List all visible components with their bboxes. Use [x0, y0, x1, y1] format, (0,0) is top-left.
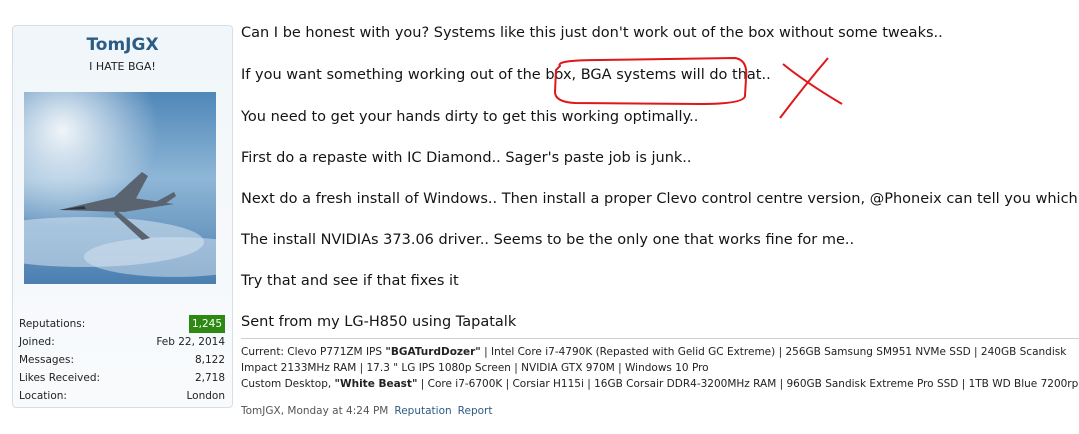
signature-text: | Intel Core i7-4790K (Repasted with Gel… — [480, 346, 1067, 358]
stat-value[interactable]: 8,122 — [195, 351, 225, 369]
user-stats: Reputations: 1,245 Joined: Feb 22, 2014 … — [19, 315, 225, 405]
post-line: Can I be honest with you? Systems like t… — [241, 25, 943, 41]
signature-line: Current: Clevo P771ZM IPS "BGATurdDozer"… — [241, 344, 1079, 360]
user-info-panel: TomJGX I HATE BGA! Reputations: 1,245 Jo… — [12, 25, 233, 408]
signature-line: Impact 2133MHz RAM | 17.3 " LG IPS 1080p… — [241, 362, 709, 374]
stat-label: Reputations: — [19, 318, 86, 330]
stat-messages: Messages: 8,122 — [19, 351, 225, 369]
signature-line: Custom Desktop, "White Beast" | Core i7-… — [241, 376, 1079, 392]
post-line: If you want something working out of the… — [241, 67, 771, 83]
post-line: You need to get your hands dirty to get … — [241, 109, 699, 125]
stat-likes: Likes Received: 2,718 — [19, 369, 225, 387]
reputation-link[interactable]: Reputation — [394, 405, 451, 417]
signature-bold: "BGATurdDozer" — [385, 346, 481, 358]
reputation-badge: 1,245 — [188, 315, 225, 333]
stat-label: Location: — [19, 390, 67, 402]
report-link[interactable]: Report — [458, 405, 493, 417]
avatar-image — [24, 92, 216, 284]
stat-value[interactable]: London — [187, 387, 226, 405]
post-line: Sent from my LG-H850 using Tapatalk — [241, 314, 517, 330]
stat-reputations: Reputations: 1,245 — [19, 315, 225, 333]
stat-location: Location: London — [19, 387, 225, 405]
signature-divider — [241, 338, 1079, 339]
username-link[interactable]: TomJGX — [13, 35, 232, 55]
annotation-cross — [782, 63, 843, 105]
user-title: I HATE BGA! — [89, 60, 156, 73]
annotation-cross — [779, 57, 829, 119]
post-meta: TomJGX, Monday at 4:24 PM Reputation Repor… — [241, 405, 492, 417]
stat-label: Joined: — [19, 336, 55, 348]
post-line: Try that and see if that fixes it — [241, 273, 459, 289]
post-line: Next do a fresh install of Windows.. The… — [241, 191, 1079, 207]
stat-label: Messages: — [19, 354, 75, 366]
post-line: The install NVIDIAs 373.06 driver.. Seem… — [241, 232, 855, 248]
signature-bold: "White Beast" — [334, 378, 418, 390]
stat-value: Feb 22, 2014 — [156, 336, 225, 348]
avatar[interactable] — [24, 92, 216, 284]
post-author-time[interactable]: TomJGX, Monday at 4:24 PM — [241, 405, 388, 417]
stat-joined: Joined: Feb 22, 2014 — [19, 333, 225, 351]
signature-text: Custom Desktop, — [241, 378, 335, 390]
signature: Current: Clevo P771ZM IPS "BGATurdDozer"… — [241, 344, 1079, 392]
signature-text: Current: Clevo P771ZM IPS — [241, 346, 386, 358]
signature-text: | Core i7-6700K | Corsiar H115i | 16GB C… — [417, 378, 1079, 390]
stat-label: Likes Received: — [19, 372, 101, 384]
stat-value: 2,718 — [194, 372, 225, 384]
post-line: First do a repaste with IC Diamond.. Sag… — [241, 150, 692, 166]
